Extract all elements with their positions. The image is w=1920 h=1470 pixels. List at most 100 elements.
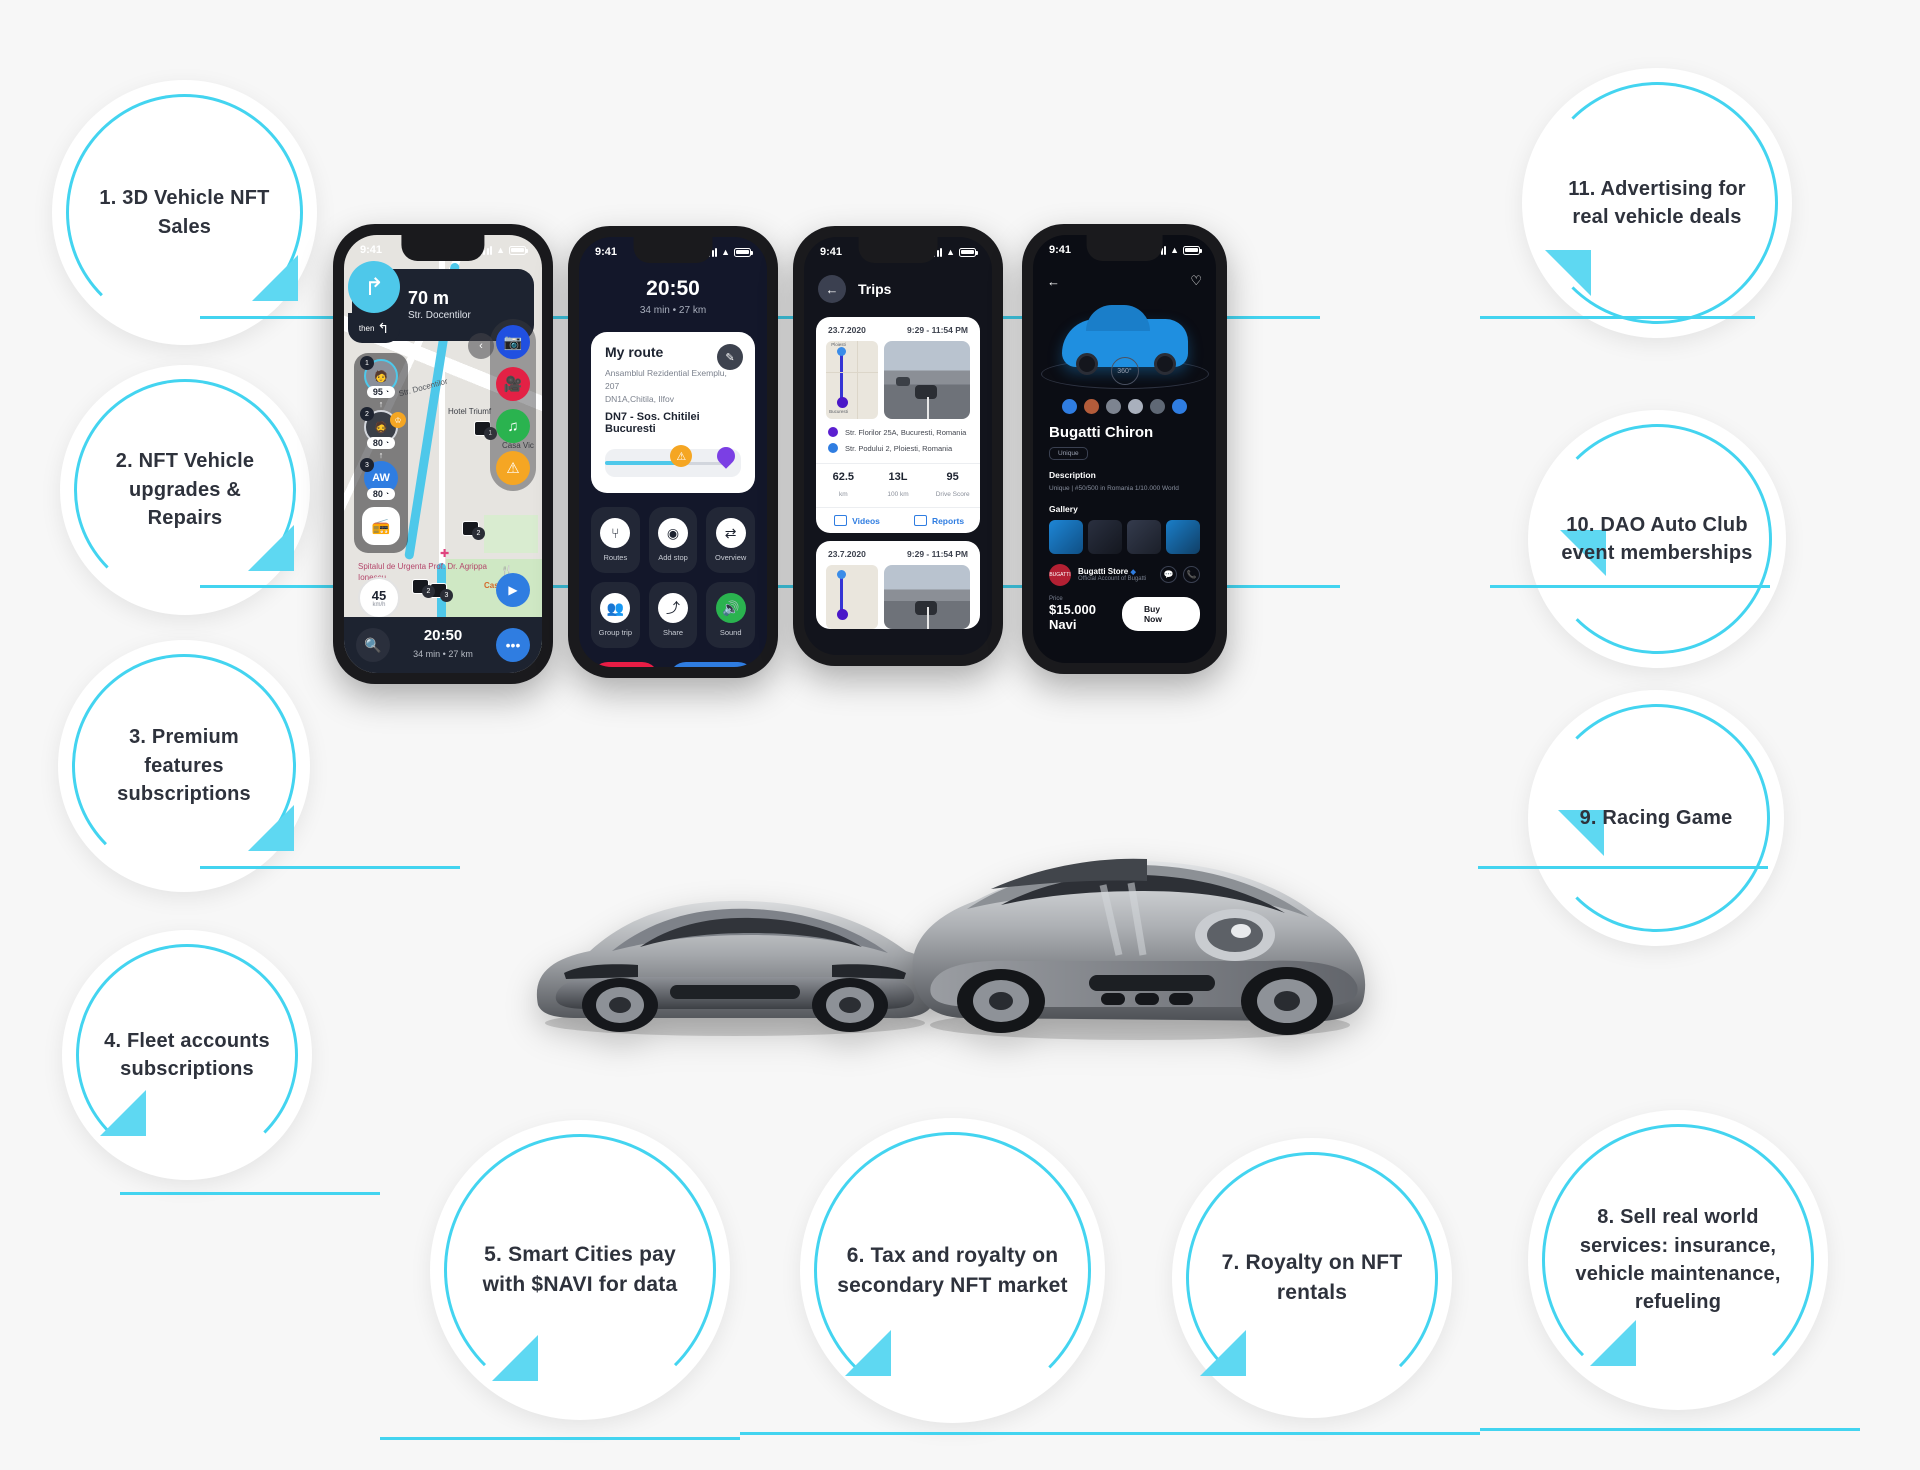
feature-circle-11[interactable]: 11. Advertising for real vehicle deals bbox=[1522, 68, 1792, 338]
gallery-heading: Gallery bbox=[1049, 503, 1078, 514]
tile-sound[interactable]: 🔊 Sound bbox=[706, 582, 755, 649]
trip-stat: 95 Drive Score bbox=[925, 471, 980, 501]
camera-marker-4[interactable]: 2 bbox=[412, 579, 435, 598]
route-card[interactable]: My route ✎ Ansamblul Rezidential Exemplu… bbox=[591, 332, 755, 494]
color-swatch[interactable] bbox=[1128, 399, 1143, 414]
route-progress[interactable]: ⚠ bbox=[605, 443, 741, 478]
battery-icon bbox=[1183, 245, 1202, 255]
feature-label-7: 7. Royalty on NFT rentals bbox=[1221, 1251, 1403, 1304]
tile-group-trip[interactable]: 👥 Group trip bbox=[591, 582, 640, 649]
arrow-left-icon[interactable]: ← bbox=[818, 275, 846, 303]
color-swatch[interactable] bbox=[1084, 399, 1099, 414]
color-swatch[interactable] bbox=[1150, 399, 1165, 414]
hazard-warning-icon[interactable]: ⚠ bbox=[496, 451, 530, 485]
chevron-left-icon[interactable]: ‹ bbox=[468, 333, 494, 359]
tile-label: Overview bbox=[715, 553, 747, 563]
arrow-1 bbox=[252, 255, 298, 301]
trip-addresses: Str. Florilor 25A, Bucuresti, Romania St… bbox=[816, 419, 980, 463]
videos-button[interactable]: Videos bbox=[816, 515, 898, 526]
action-tiles: ⑂ Routes ◉ Add stop ⇄ Overview 👥 Group t… bbox=[591, 507, 755, 649]
store-row[interactable]: BUGATTI Bugatti Store ◆ Official Account… bbox=[1049, 563, 1200, 586]
photo-car bbox=[896, 376, 911, 386]
phone1-screen: Str. Docentilor Hotel Triumf Casa Vic Ca… bbox=[344, 235, 542, 673]
trip-media: Ploiesti Bucuresti bbox=[816, 341, 980, 419]
resume-button[interactable]: Resume bbox=[669, 662, 755, 667]
route-origin: Ansamblul Rezidential Exemplu, 207 DN1A,… bbox=[605, 367, 741, 405]
status-time: 9:41 bbox=[595, 246, 618, 258]
rider-speed-value: 80 bbox=[372, 438, 383, 448]
reports-button[interactable]: Reports bbox=[898, 515, 980, 526]
feature-circle-9[interactable]: 9. Racing Game bbox=[1528, 690, 1784, 946]
color-swatch[interactable] bbox=[1062, 399, 1077, 414]
chat-icon[interactable]: 💬 bbox=[1160, 566, 1177, 584]
rider-entry[interactable]: 3 AW 80 ◔ bbox=[360, 458, 398, 500]
trip-card[interactable]: 23.7.2020 9:29 - 11:54 PM bbox=[816, 541, 980, 629]
color-swatch[interactable] bbox=[1106, 399, 1121, 414]
rotate-360-badge[interactable]: 360° bbox=[1110, 357, 1139, 385]
search-icon[interactable]: 🔍 bbox=[356, 628, 390, 662]
feature-circle-1[interactable]: 1. 3D Vehicle NFT Sales bbox=[52, 80, 317, 345]
color-swatch[interactable] bbox=[1172, 399, 1187, 414]
arrow-5 bbox=[492, 1335, 538, 1381]
rank-arrow-icon: ↑ bbox=[378, 450, 384, 460]
feature-circle-7[interactable]: 7. Royalty on NFT rentals bbox=[1172, 1138, 1452, 1418]
rider-entry[interactable]: 1 🧑 95 ◔ bbox=[360, 356, 398, 398]
hospital-cross-icon: ✚ bbox=[440, 548, 450, 560]
gallery-strip[interactable] bbox=[1049, 519, 1200, 554]
trip-map[interactable]: Ploiesti Bucuresti bbox=[826, 341, 878, 419]
play-icon[interactable]: ▶ bbox=[496, 573, 530, 607]
quick-action-rail[interactable]: ‹ 📷 🎥 ♫ ⚠ bbox=[468, 319, 536, 491]
trip-dashcam-photo[interactable] bbox=[884, 341, 970, 419]
feature-circle-5[interactable]: 5. Smart Cities pay with $NAVI for data bbox=[430, 1120, 730, 1420]
feature-circle-4[interactable]: 4. Fleet accounts subscriptions bbox=[62, 930, 312, 1180]
trip-meta: 23.7.2020 9:29 - 11:54 PM bbox=[816, 541, 980, 565]
stop-button[interactable]: Stop bbox=[591, 662, 659, 667]
gallery-thumb[interactable] bbox=[1166, 519, 1200, 554]
feature-circle-6[interactable]: 6. Tax and royalty on secondary NFT mark… bbox=[800, 1118, 1105, 1423]
car-wheel bbox=[1153, 353, 1176, 375]
walkie-talkie-icon[interactable]: 📻 bbox=[362, 507, 400, 545]
more-dots-icon[interactable]: ••• bbox=[496, 628, 530, 662]
tile-add-stop[interactable]: ◉ Add stop bbox=[648, 507, 698, 574]
tile-share[interactable]: ⤴ Share bbox=[648, 582, 698, 649]
buy-now-button[interactable]: Buy Now bbox=[1122, 596, 1200, 631]
trip-map[interactable] bbox=[826, 565, 878, 629]
eta-block: 20:50 34 min • 27 km bbox=[413, 626, 473, 663]
edit-pencil-icon[interactable]: ✎ bbox=[717, 344, 743, 371]
battery-icon bbox=[734, 247, 753, 257]
nft-car-stage[interactable]: 360° bbox=[1033, 289, 1216, 397]
tile-label: Sound bbox=[719, 628, 742, 638]
spotify-icon[interactable]: ♫ bbox=[496, 409, 530, 443]
arrow-left-icon[interactable]: ← bbox=[1047, 274, 1060, 289]
speed-gauge-icon: ◔ bbox=[384, 490, 390, 498]
trip-end-dot bbox=[837, 397, 849, 409]
gallery-thumb[interactable] bbox=[1049, 519, 1083, 554]
gallery-thumb[interactable] bbox=[1127, 519, 1161, 554]
phone-icon[interactable]: 📞 bbox=[1183, 566, 1200, 584]
video-icon[interactable]: 🎥 bbox=[496, 367, 530, 401]
feature-circle-8[interactable]: 8. Sell real world services: insurance, … bbox=[1528, 1110, 1828, 1410]
tile-overview[interactable]: ⇄ Overview bbox=[706, 507, 755, 574]
rider-leaderboard[interactable]: 1 🧑 95 ◔ ↑ 2 ♔ 🧔 80 ◔ ↑ 3 AW 80 ◔ 📻 bbox=[354, 353, 408, 553]
phone3-screen: 9:41 ▲ ← Trips 23.7.2020 9:29 - 11:54 PM bbox=[804, 237, 992, 655]
tile-label: Group trip bbox=[598, 628, 632, 638]
gallery-thumb[interactable] bbox=[1088, 519, 1122, 554]
route-destination: DN7 - Sos. Chitilei Bucuresti bbox=[605, 411, 700, 436]
camera-marker-2[interactable]: 2 bbox=[462, 521, 485, 540]
trip-card[interactable]: 23.7.2020 9:29 - 11:54 PM Ploiesti Bucur… bbox=[816, 317, 980, 533]
eta-time: 20:50 bbox=[423, 626, 463, 644]
camera-icon[interactable]: 📷 bbox=[496, 325, 530, 359]
feature-circle-3[interactable]: 3. Premium features subscriptions bbox=[58, 640, 310, 892]
share-icon: ⤴ bbox=[657, 593, 688, 624]
wifi-icon: ▲ bbox=[721, 247, 730, 257]
feature-circle-10[interactable]: 10. DAO Auto Club event memberships bbox=[1528, 410, 1786, 668]
feature-label-9: 9. Racing Game bbox=[1579, 806, 1733, 829]
color-swatches[interactable] bbox=[1033, 399, 1216, 414]
rider-entry[interactable]: 2 ♔ 🧔 80 ◔ bbox=[360, 407, 406, 449]
heart-icon[interactable]: ♡ bbox=[1190, 273, 1202, 289]
feature-circle-2[interactable]: 2. NFT Vehicle upgrades & Repairs bbox=[60, 365, 310, 615]
trip-dashcam-photo[interactable] bbox=[884, 565, 970, 629]
eta-detail: 34 min • 27 km bbox=[639, 305, 707, 317]
camera-marker-1[interactable]: 1 bbox=[474, 421, 497, 440]
tile-routes[interactable]: ⑂ Routes bbox=[591, 507, 640, 574]
